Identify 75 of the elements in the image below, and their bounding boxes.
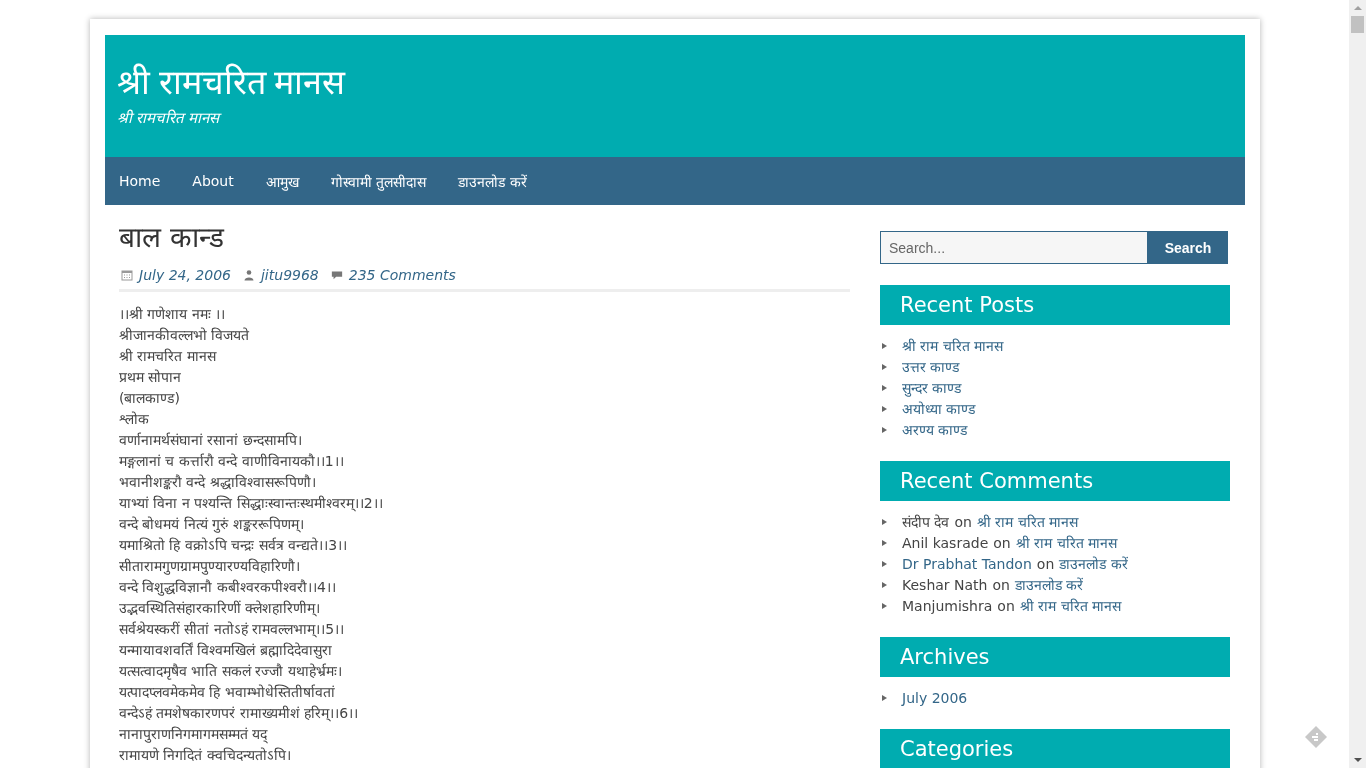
commenter-name: Anil kasrade bbox=[902, 534, 989, 551]
on-text: on bbox=[997, 597, 1015, 614]
search-field[interactable]: Search... bbox=[880, 231, 1148, 264]
bullet-icon bbox=[882, 539, 887, 546]
sidebar-link[interactable]: July 2006 bbox=[902, 689, 968, 706]
sidebar-link[interactable]: सुन्दर काण्ड bbox=[902, 378, 962, 397]
verse-line: यत्पादप्लवमेकमेव हि भवाम्भोधेस्तितीर्षावतां bbox=[119, 683, 336, 702]
widget-heading: Categories bbox=[880, 729, 1230, 768]
verse-line: यमाश्रितो हि वक्रोऽपि चन्द्रः सर्वत्र वन्द्यते।।3।। bbox=[119, 536, 349, 555]
verse-line: नानापुराणनिगमागमसम्मतं यद् bbox=[119, 725, 269, 745]
verse-line: श्री रामचरित मानस bbox=[119, 347, 218, 366]
bullet-icon bbox=[882, 518, 887, 525]
bullet-icon bbox=[882, 384, 887, 391]
bullet-icon bbox=[882, 694, 887, 701]
sidebar-link[interactable]: डाउनलोड करें bbox=[1059, 554, 1128, 573]
verse-line: प्रथम सोपान bbox=[119, 368, 183, 387]
commenter-name: Keshar Nath bbox=[902, 576, 988, 593]
on-text: on bbox=[954, 513, 972, 530]
post-author[interactable]: jitu9968 bbox=[261, 267, 319, 283]
widget-heading: Recent Comments bbox=[880, 461, 1230, 501]
sidebar-link[interactable]: श्री राम चरित मानस bbox=[1019, 596, 1122, 615]
verse-line: याभ्यां विना न पश्यन्ति सिद्धाःस्वान्तःस्थमीश्वरम्।।2।। bbox=[119, 494, 384, 514]
on-text: on bbox=[993, 534, 1011, 551]
sidebar-link[interactable]: श्री राम चरित मानस bbox=[902, 336, 1004, 355]
bullet-icon bbox=[882, 342, 887, 349]
verse-line: (बालकाण्ड) bbox=[119, 389, 181, 408]
verse-line: मङ्गलानां च कर्त्तारौ वन्दे वाणीविनायकौ।।1।। bbox=[119, 452, 345, 471]
nav-link[interactable]: गोस्वामी तुलसीदास bbox=[320, 165, 437, 197]
nav-link[interactable]: Home bbox=[109, 167, 171, 195]
sidebar-link[interactable]: डाउनलोड करें bbox=[1014, 575, 1084, 594]
sidebar-link[interactable]: अयोध्या काण्ड bbox=[902, 399, 976, 418]
bullet-icon bbox=[882, 405, 887, 412]
verse-line: वन्दे बोधमयं नित्यं गुरुं शङ्कररूपिणम्। bbox=[119, 515, 305, 535]
sidebar-link[interactable]: श्री राम चरित मानस bbox=[976, 512, 1079, 531]
speech-bubble-icon bbox=[330, 269, 343, 281]
widget-heading: Archives bbox=[880, 637, 1230, 677]
verse-line: यत्सत्वादमृषैव भाति सकलं रज्जौ यथाहेर्भ्रमः। bbox=[119, 662, 343, 682]
comments-link[interactable]: 235 Comments bbox=[348, 267, 456, 283]
bullet-icon bbox=[882, 426, 887, 433]
widget-heading: Recent Posts bbox=[880, 285, 1230, 325]
search-button[interactable]: Search bbox=[1148, 231, 1228, 264]
verse-line: उद्भवस्थितिसंहारकारिणीं क्लेशहारिणीम्। bbox=[119, 599, 322, 619]
sidebar-link[interactable]: उत्तर काण्ड bbox=[902, 357, 960, 376]
post-title: बाल कान्ड bbox=[119, 220, 226, 256]
verse-line: सीतारामगुणग्रामपुण्यारण्यविहारिणौ। bbox=[119, 557, 301, 577]
commenter-name: Dr Prabhat Tandon bbox=[902, 555, 1032, 572]
bullet-icon bbox=[882, 363, 887, 370]
bullet-icon bbox=[882, 560, 887, 567]
verse-line: वर्णानामर्थसंघानां रसानां छन्दसामपि। bbox=[119, 431, 303, 450]
verse-line: वन्दे विशुद्धविज्ञानौ कबीश्वरकपीश्वरौ।।4।। bbox=[119, 578, 337, 598]
sidebar-link[interactable]: अरण्य काण्ड bbox=[902, 420, 968, 439]
feed-icon[interactable] bbox=[1304, 725, 1328, 749]
nav-link[interactable]: डाउनलोड करें bbox=[448, 165, 537, 197]
bullet-icon bbox=[882, 581, 887, 588]
commenter-name: संदीप देव bbox=[902, 513, 950, 531]
nav-link[interactable]: About bbox=[182, 167, 244, 195]
scrollbar[interactable] bbox=[1349, 0, 1366, 768]
site-tagline: श्री रामचरित मानस bbox=[117, 107, 1233, 127]
sidebar-link[interactable]: श्री राम चरित मानस bbox=[1015, 533, 1118, 552]
scrollbar-thumb[interactable] bbox=[1351, 16, 1364, 33]
nav-link[interactable]: आमुख bbox=[255, 165, 309, 197]
bullet-icon bbox=[882, 602, 887, 609]
verse-line: सर्वश्रेयस्करीं सीतां नतोऽहं रामवल्लभाम्।।5।। bbox=[119, 620, 346, 640]
verse-line: श्लोक bbox=[119, 410, 150, 429]
verse-line: ।।श्री गणेशाय नमः ।। bbox=[119, 305, 227, 324]
verse-line: रामायणे निगदितं क्वचिदन्यतोऽपि। bbox=[119, 746, 292, 765]
verse-line: यन्मायावशवर्तिं विश्वमखिलं ब्रह्मादिदेवासुरा bbox=[119, 641, 333, 661]
commenter-name: Manjumishra bbox=[902, 597, 993, 614]
verse-line: श्रीजानकीवल्लभो विजयते bbox=[119, 326, 251, 345]
person-icon bbox=[243, 269, 255, 281]
on-text: on bbox=[992, 576, 1010, 593]
calendar-icon bbox=[121, 269, 133, 281]
on-text: on bbox=[1036, 555, 1055, 572]
verse-line: वन्देऽहं तमशेषकारणपरं रामाख्यमीशं हरिम्।।6।। bbox=[119, 704, 360, 724]
verse-line: भवानीशङ्करौ वन्दे श्रद्धाविश्वासरूपिणौ। bbox=[119, 473, 317, 492]
